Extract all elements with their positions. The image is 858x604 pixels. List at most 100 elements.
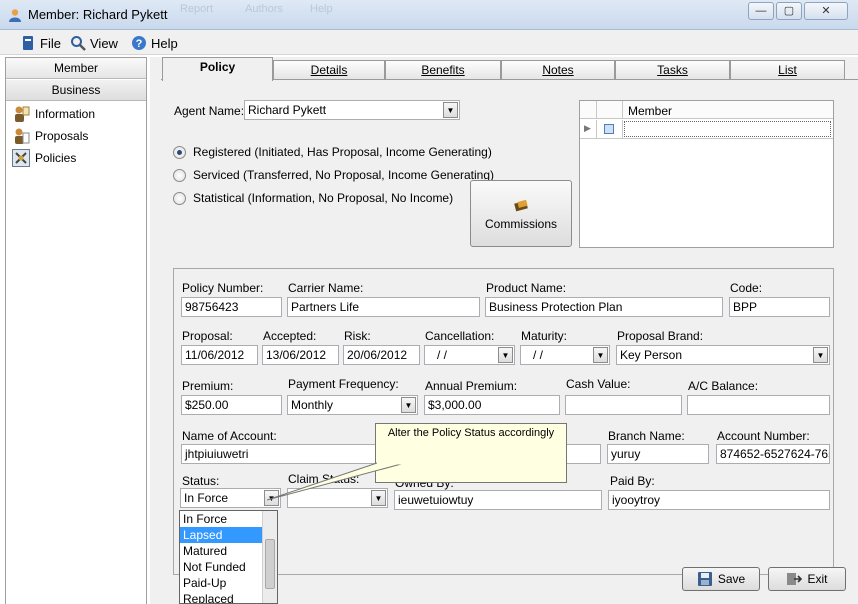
tab-benefits[interactable]: Benefits [385,60,501,80]
tab-policy[interactable]: Policy [162,57,273,81]
svg-text:?: ? [136,38,143,50]
proposal-brand-label: Proposal Brand: [617,329,704,343]
dropdown-scrollbar[interactable] [262,511,277,603]
ghost-menu-item: Authors [245,3,283,15]
ghost-menu-item: Report [180,3,214,15]
risk-date-field[interactable]: 20/06/2012 [343,345,420,365]
payment-frequency-dropdown[interactable]: Monthly ▼ [287,395,418,415]
tab-notes[interactable]: Notes [501,60,615,80]
close-button[interactable]: ✕ [804,2,848,20]
radio-registered[interactable]: Registered (Initiated, Has Proposal, Inc… [173,145,492,159]
sidebar-tab-member[interactable]: Member [6,58,146,79]
cancellation-date-picker[interactable]: / / ▼ [424,345,515,365]
chevron-down-icon[interactable]: ▼ [498,347,513,363]
exit-icon [787,573,803,585]
owned-by-field[interactable]: ieuwetuiowtuy [394,490,602,510]
exit-button[interactable]: Exit [768,567,846,591]
chevron-down-icon[interactable]: ▼ [813,347,828,363]
carrier-name-field[interactable]: Partners Life [287,297,480,317]
sidebar-item-information[interactable]: Information [12,104,95,124]
maximize-button[interactable]: ▢ [776,2,802,20]
branch-name-label: Branch Name: [608,429,685,443]
help-icon: ? [132,36,146,50]
accepted-date-label: Accepted: [263,329,317,343]
menu-help[interactable]: ? Help [131,34,178,52]
save-button[interactable]: Save [682,567,760,591]
grid-cell-focus[interactable] [624,121,831,137]
tab-list[interactable]: List [730,60,845,80]
account-name-label: Name of Account: [182,429,277,443]
product-name-field[interactable]: Business Protection Plan [485,297,723,317]
menu-view[interactable]: View [70,34,118,52]
proposal-date-field[interactable]: 11/06/2012 [181,345,258,365]
cancellation-date-value: / / [437,348,448,362]
checkbox-icon[interactable] [604,124,614,134]
product-name-label: Product Name: [486,281,567,295]
grid-row[interactable]: ▶ [580,120,833,139]
ghost-menu-item: Help [310,3,333,15]
save-icon [697,572,712,586]
sidebar-tab-business[interactable]: Business [6,80,146,101]
account-number-field[interactable]: 874652-6527624-765 [716,444,830,464]
member-icon [9,9,21,22]
account-name-field[interactable]: jhtpiuiuwetri [181,444,381,464]
minimize-button[interactable]: — [748,2,774,20]
carrier-name-label: Carrier Name: [288,281,364,295]
grid-divider [622,101,623,119]
chevron-down-icon[interactable]: ▼ [443,102,458,118]
commissions-icon [514,199,528,212]
save-label: Save [717,572,746,586]
status-dropdown[interactable]: In Force ▼ [180,488,281,508]
tab-details[interactable]: Details [273,60,385,80]
paid-by-field[interactable]: iyooytroy [608,490,830,510]
member-grid[interactable]: Member ▶ [579,100,834,248]
status-options-list[interactable]: In Force Lapsed Matured Not Funded Paid-… [179,510,278,604]
cancellation-date-label: Cancellation: [425,329,495,343]
sidebar-item-proposals[interactable]: Proposals [12,126,88,146]
annual-premium-label: Annual Premium: [425,379,518,393]
menu-file[interactable]: File [20,34,61,52]
row-pointer-icon: ▶ [584,123,591,133]
status-label: Status: [182,474,220,488]
proposal-brand-dropdown[interactable]: Key Person ▼ [616,345,830,365]
radio-serviced[interactable]: Serviced (Transferred, No Proposal, Inco… [173,168,494,182]
premium-field[interactable]: $250.00 [181,395,282,415]
ac-balance-field[interactable] [687,395,830,415]
annual-premium-field[interactable]: $3,000.00 [424,395,560,415]
grid-header-member[interactable]: Member [628,104,672,118]
branch-name-field[interactable]: yuruy [607,444,709,464]
proposal-date-label: Proposal: [182,329,233,343]
bank-field[interactable] [565,444,601,464]
view-icon [71,36,86,51]
agent-name-dropdown[interactable]: Richard Pykett ▼ [244,100,460,120]
accepted-date-field[interactable]: 13/06/2012 [262,345,339,365]
policy-number-field[interactable]: 98756423 [181,297,282,317]
sidebar-item-policies[interactable]: Policies [12,148,76,168]
tab-tasks[interactable]: Tasks [615,60,730,80]
maturity-date-picker[interactable]: / / ▼ [520,345,610,365]
maturity-date-value: / / [533,348,544,362]
radio-statistical[interactable]: Statistical (Information, No Proposal, N… [173,191,453,205]
cash-value-field[interactable] [565,395,682,415]
radio-dot[interactable] [173,145,186,159]
window-title: Member: Richard Pykett [28,7,168,22]
menu-bar: File View ? Help [0,30,858,55]
title-bar: Member: Richard Pykett Report Authors He… [0,0,858,30]
commissions-button[interactable]: Commissions [470,180,572,247]
radio-dot[interactable] [173,191,186,205]
sidebar: Member Business Information Proposals Po… [5,57,147,604]
menu-file-label: File [40,35,61,51]
file-icon [23,36,33,50]
chevron-down-icon[interactable]: ▼ [401,397,416,413]
chevron-down-icon[interactable]: ▼ [593,347,608,363]
ac-balance-label: A/C Balance: [688,379,759,393]
paid-by-label: Paid By: [610,474,655,488]
status-value: In Force [184,491,229,505]
radio-label: Serviced (Transferred, No Proposal, Inco… [193,168,495,182]
menu-help-label: Help [151,35,178,51]
code-field[interactable]: BPP [729,297,830,317]
agent-name-label: Agent Name: [174,104,245,118]
scrollbar-thumb[interactable] [265,539,275,589]
risk-date-label: Risk: [344,329,371,343]
radio-dot[interactable] [173,168,186,182]
